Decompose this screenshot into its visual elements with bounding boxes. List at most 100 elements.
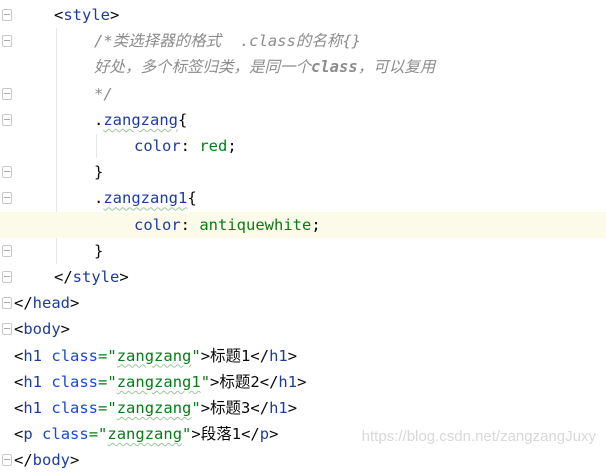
code-line[interactable]: 好处，多个标签归类，是同一个class，可以复用 [0, 54, 606, 80]
code-content: color: antiquewhite; [134, 212, 321, 238]
code-value: red [199, 137, 228, 155]
code-comment: /*类选择器的格式 .class的名称{} [94, 32, 361, 51]
code-punctuation: ; [227, 137, 237, 155]
code-tag-name: h1 [269, 399, 288, 417]
code-punctuation [42, 399, 51, 417]
code-content: /*类选择器的格式 .class的名称{} [94, 28, 361, 54]
code-string: =" [98, 346, 117, 365]
code-line[interactable]: <h1 class="zangzang1">标题2</h1> [0, 369, 606, 395]
code-punctuation: > [210, 372, 220, 391]
code-line[interactable]: */ [0, 81, 606, 107]
code-punctuation: < [14, 399, 24, 417]
code-string: " [191, 346, 201, 365]
code-content: 好处，多个标签归类，是同一个class，可以复用 [94, 54, 435, 80]
code-punctuation: } [94, 163, 104, 182]
code-tag-name: p [259, 425, 270, 444]
code-string: =" [98, 399, 117, 417]
fold-marker-icon[interactable] [2, 35, 12, 48]
code-punctuation: : [180, 215, 200, 234]
code-punctuation [42, 347, 51, 365]
code-punctuation: > [200, 346, 211, 365]
code-punctuation [42, 373, 51, 391]
code-punctuation: < [54, 6, 64, 24]
fold-marker-icon[interactable] [2, 87, 12, 100]
fold-marker-icon[interactable] [2, 271, 12, 283]
code-comment: class [311, 58, 358, 77]
code-string: zangzang [116, 346, 192, 365]
code-punctuation: </ [14, 294, 33, 313]
code-attribute: class [42, 425, 89, 444]
code-punctuation: : [180, 137, 200, 155]
code-punctuation: > [119, 268, 129, 286]
code-line[interactable]: .zangzang1{ [0, 185, 606, 211]
code-tag-name: h1 [23, 399, 43, 417]
code-line[interactable]: <style> [0, 2, 606, 28]
code-tag-name: head [32, 294, 70, 313]
code-tag-name: h1 [278, 372, 298, 391]
code-tag-name: body [23, 320, 61, 339]
code-content: */ [94, 81, 113, 107]
code-selector: zangzang [103, 110, 178, 129]
code-punctuation: { [178, 110, 188, 129]
code-string: " [191, 399, 201, 417]
fold-marker-icon[interactable] [2, 113, 12, 126]
code-punctuation: < [14, 372, 24, 391]
code-editor[interactable]: <style>/*类选择器的格式 .class的名称{} 好处，多个标签归类，是同… [0, 0, 606, 469]
code-comment: 好处，多个标签归类，是同一个 [94, 58, 312, 77]
code-line[interactable]: } [0, 238, 606, 264]
code-punctuation: > [287, 399, 298, 417]
fold-marker-icon[interactable] [2, 244, 12, 257]
fold-marker-icon[interactable] [2, 454, 12, 467]
code-text: 标题1 [210, 346, 251, 365]
code-string: =" [88, 425, 108, 444]
code-punctuation: </ [250, 346, 270, 365]
code-tag-name: body [32, 451, 70, 470]
code-value: antiquewhite [199, 215, 312, 234]
code-punctuation: > [269, 425, 279, 444]
code-attribute: class [51, 346, 99, 365]
code-content: .zangzang{ [94, 107, 187, 133]
code-content: <p class="zangzang">段落1</p> [14, 421, 278, 447]
code-comment: ，可以复用 [357, 58, 436, 77]
fold-marker-icon[interactable] [2, 9, 12, 21]
code-content: </style> [54, 264, 129, 290]
code-punctuation: </ [54, 268, 73, 286]
code-punctuation: > [191, 425, 201, 444]
code-string: zangzang [107, 425, 183, 444]
fold-marker-icon[interactable] [2, 192, 12, 205]
code-punctuation: < [14, 425, 24, 444]
code-line[interactable]: color: red; [0, 133, 606, 159]
code-line[interactable]: <body> [0, 316, 606, 342]
fold-marker-icon[interactable] [2, 323, 12, 336]
code-punctuation: . [94, 189, 104, 208]
code-attribute: class [51, 399, 99, 417]
code-line[interactable]: </style> [0, 264, 606, 290]
code-line[interactable]: <h1 class="zangzang">标题1</h1> [0, 343, 606, 369]
fold-marker-icon[interactable] [2, 166, 12, 179]
code-line[interactable]: </head> [0, 290, 606, 316]
code-line[interactable]: /*类选择器的格式 .class的名称{} [0, 28, 606, 54]
code-line[interactable]: <h1 class="zangzang">标题3</h1> [0, 395, 606, 421]
code-punctuation: ; [311, 215, 321, 234]
code-string: zangzang1 [116, 372, 201, 391]
code-punctuation: } [94, 241, 104, 260]
code-text: 标题3 [210, 399, 251, 417]
code-content: </body> [14, 447, 79, 473]
code-comment: */ [94, 84, 113, 103]
code-line[interactable]: color: antiquewhite; [0, 211, 606, 238]
code-punctuation: </ [14, 451, 33, 470]
code-punctuation: > [70, 451, 80, 470]
code-content: } [94, 159, 103, 185]
code-tag-name: h1 [23, 346, 43, 365]
code-punctuation: > [60, 320, 71, 339]
code-line[interactable]: } [0, 159, 606, 185]
code-line[interactable]: .zangzang{ [0, 107, 606, 133]
code-tag-name: style [72, 268, 120, 286]
code-content: } [94, 238, 103, 264]
code-punctuation: < [14, 346, 24, 365]
code-content: color: red; [134, 133, 237, 159]
fold-marker-icon[interactable] [2, 297, 12, 310]
code-line[interactable]: </body> [0, 447, 606, 473]
code-punctuation: > [287, 346, 298, 365]
code-punctuation: . [94, 110, 104, 129]
